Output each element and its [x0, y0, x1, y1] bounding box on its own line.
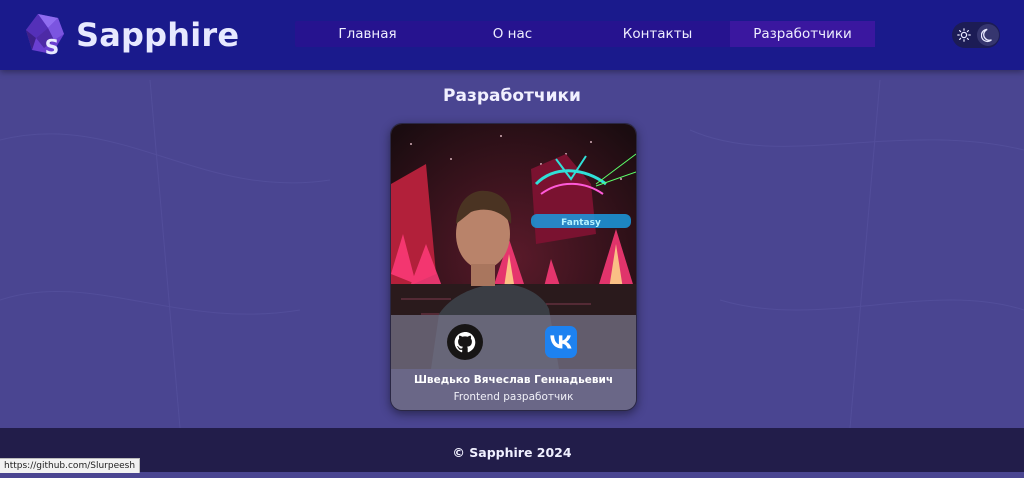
nav-item-contacts[interactable]: Контакты [585, 21, 730, 47]
sun-icon[interactable] [952, 23, 976, 47]
vk-icon [545, 326, 577, 358]
app-name: Sapphire [76, 16, 240, 54]
developer-name: Шведько Вячеслав Геннадьевич [413, 374, 614, 386]
vk-link[interactable] [544, 325, 578, 359]
sapphire-logo-icon: S [26, 14, 64, 58]
github-link[interactable] [446, 323, 484, 361]
nav-item-home[interactable]: Главная [295, 21, 440, 47]
page-title: Разработчики [443, 86, 581, 106]
main-nav: Главная О нас Контакты Разработчики [295, 21, 875, 47]
developer-role: Frontend разработчик [453, 391, 574, 403]
developer-info: Шведько Вячеслав Геннадьевич Frontend ра… [391, 369, 636, 410]
svg-text:Fantasy: Fantasy [561, 218, 601, 228]
nav-item-developers[interactable]: Разработчики [730, 21, 875, 47]
theme-toggle[interactable] [952, 22, 1000, 48]
svg-text:S: S [45, 35, 59, 58]
github-icon [447, 324, 483, 360]
developer-card: Fantasy Шведько Вячеслав Геннадьевич Fro… [390, 123, 637, 411]
footer: © Sapphire 2024 [0, 428, 1024, 472]
header: S Sapphire Главная О нас Контакты Разраб… [0, 0, 1024, 70]
copyright-text: © Sapphire 2024 [452, 445, 572, 460]
logo[interactable]: S Sapphire [24, 12, 239, 58]
moon-icon[interactable] [977, 24, 999, 46]
status-bar-url: https://github.com/Slurpeesh [0, 458, 141, 473]
social-links [391, 315, 636, 369]
nav-item-about[interactable]: О нас [440, 21, 585, 47]
